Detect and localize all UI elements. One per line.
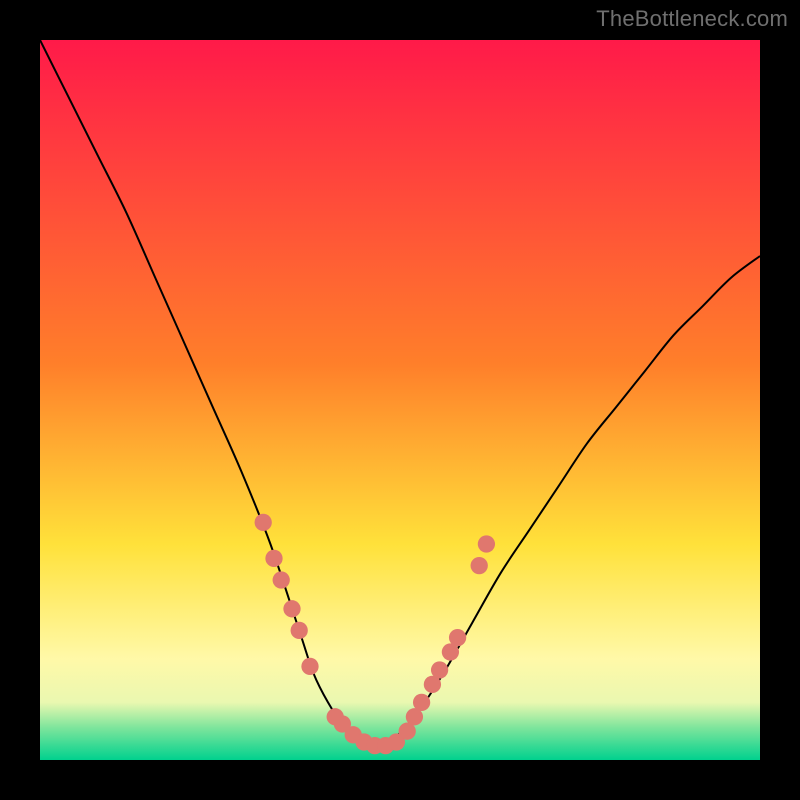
data-point: [273, 571, 290, 588]
data-point: [283, 600, 300, 617]
data-point: [478, 535, 495, 552]
data-point: [255, 514, 272, 531]
plot-area: [40, 40, 760, 760]
gradient-background: [40, 40, 760, 760]
watermark-text: TheBottleneck.com: [596, 6, 788, 32]
data-point: [301, 658, 318, 675]
data-point: [265, 550, 282, 567]
plot-svg: [40, 40, 760, 760]
data-point: [431, 661, 448, 678]
data-point: [413, 694, 430, 711]
data-point: [471, 557, 488, 574]
chart-container: TheBottleneck.com: [0, 0, 800, 800]
data-point: [291, 622, 308, 639]
data-point: [449, 629, 466, 646]
